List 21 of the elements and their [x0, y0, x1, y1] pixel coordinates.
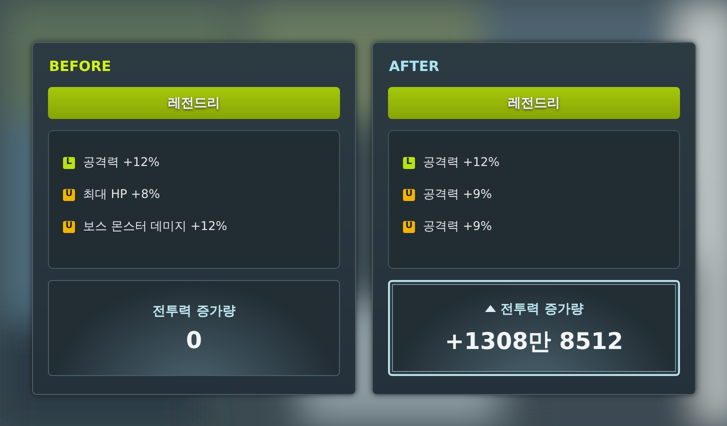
option-text: 공격력 +12% — [83, 154, 160, 171]
grade-bar: 레전드리 — [388, 87, 680, 119]
power-value: +1308만 8512 — [444, 328, 624, 356]
panel-title: AFTER — [389, 59, 440, 75]
grade-badge: U — [63, 220, 75, 232]
power-label: 전투력 증가량 — [152, 303, 236, 320]
grade-badge: U — [403, 220, 415, 232]
up-triangle-icon — [484, 305, 496, 312]
panel-title: BEFORE — [49, 59, 112, 75]
grade-bar: 레전드리 — [48, 87, 340, 119]
option-text: 최대 HP +8% — [83, 186, 160, 203]
grade-badge: L — [63, 156, 75, 168]
power-label: 전투력 증가량 — [500, 300, 584, 318]
option-text: 보스 몬스터 데미지 +12% — [83, 218, 228, 235]
grade-badge: U — [63, 188, 75, 200]
grade-badge: L — [403, 156, 415, 168]
option-text: 공격력 +9% — [423, 218, 492, 235]
power-value: 0 — [186, 328, 202, 354]
grade-badge: U — [403, 188, 415, 200]
option-text: 공격력 +9% — [423, 186, 492, 203]
option-text: 공격력 +12% — [423, 154, 500, 171]
